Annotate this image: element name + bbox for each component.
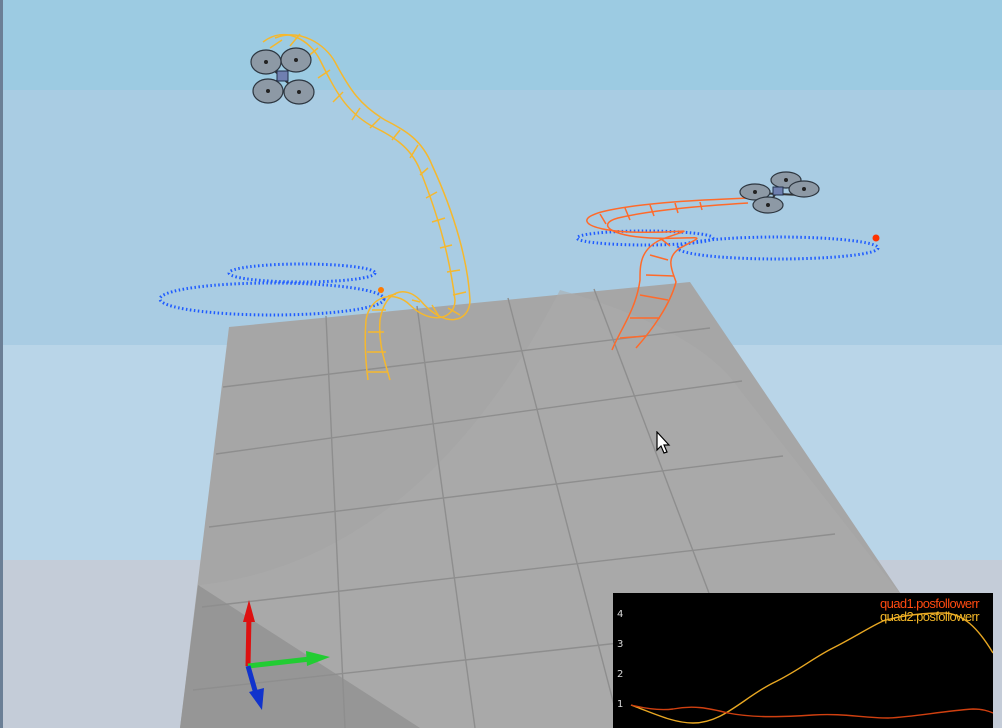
- window-left-edge: [0, 0, 3, 728]
- sky-band-top: [0, 0, 1002, 90]
- y-tick-3: 3: [617, 639, 624, 650]
- legend-quad2: quad2.posfollowerr: [879, 609, 980, 624]
- target-marker-left: [378, 287, 384, 293]
- target-marker-right: [872, 234, 880, 242]
- y-tick-1: 1: [617, 699, 624, 710]
- error-plot-panel[interactable]: 4 3 2 1 quad1.posfollowerr quad2.posfoll…: [613, 593, 993, 728]
- quad2-error-line: [630, 612, 993, 724]
- simulator-viewport[interactable]: 4 3 2 1 quad1.posfollowerr quad2.posfoll…: [0, 0, 1002, 728]
- mouse-pointer-icon: [656, 431, 671, 454]
- quad1-error-line: [630, 704, 993, 719]
- y-tick-2: 2: [617, 669, 624, 680]
- y-tick-4: 4: [617, 609, 624, 620]
